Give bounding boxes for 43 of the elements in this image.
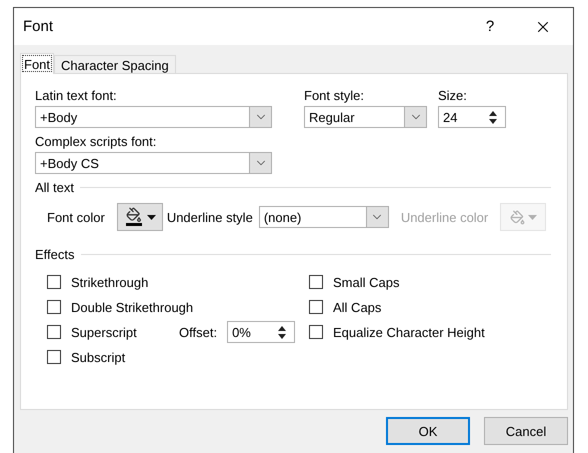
section-heading: All text [35,180,74,195]
window-title: Font [23,18,54,35]
up-arrow-icon[interactable] [486,108,500,116]
tab[interactable]: Font [20,53,54,74]
paint-bucket-icon [510,210,525,224]
dropdown-field[interactable]: (none) [258,206,389,228]
checkbox-label: All Caps [333,300,382,314]
checkbox-label: Subscript [71,350,126,364]
field-label: Latin text font: [35,88,118,103]
caret-icon [528,214,537,220]
checkbox[interactable] [309,275,323,289]
checkbox-label: Double Strikethrough [71,300,194,314]
field-label: Underline style [166,210,253,224]
field-label: Underline color [400,210,488,224]
font-color-button[interactable] [116,203,163,231]
field-label: Font style: [304,88,365,103]
caret-icon [146,214,156,220]
cancel-button[interactable]: Cancel [484,417,568,445]
checkbox-label: Superscript [71,324,138,340]
dropdown-field[interactable]: +Body CS [35,152,272,174]
size-spinner[interactable]: 24 [438,106,506,128]
dropdown-field[interactable]: Regular [304,106,427,128]
checkbox[interactable] [309,300,323,314]
help-button[interactable]: ? [467,12,513,42]
section-heading: Effects [35,247,75,262]
field-label: Complex scripts font: [35,134,158,149]
checkbox-label: Strikethrough [71,274,148,290]
checkbox[interactable] [47,350,61,364]
checkbox[interactable] [47,300,61,314]
checkbox[interactable] [47,325,61,339]
checkbox-label: Equalize Character Height [333,324,485,340]
checkbox-label: Small Caps [333,274,400,290]
dropdown-field[interactable]: +Body [35,106,272,128]
paint-bucket-icon [124,207,144,227]
field-label: Size: [438,88,468,103]
tab[interactable]: Character Spacing [54,55,176,74]
field-label: Font color [47,210,105,224]
field-label: Offset: [179,324,218,340]
ok-button[interactable]: OK [386,417,470,445]
offset-spinner[interactable]: 0% [227,321,296,343]
checkbox[interactable] [47,275,61,289]
down-arrow-icon[interactable] [486,118,500,126]
checkbox[interactable] [309,325,323,339]
